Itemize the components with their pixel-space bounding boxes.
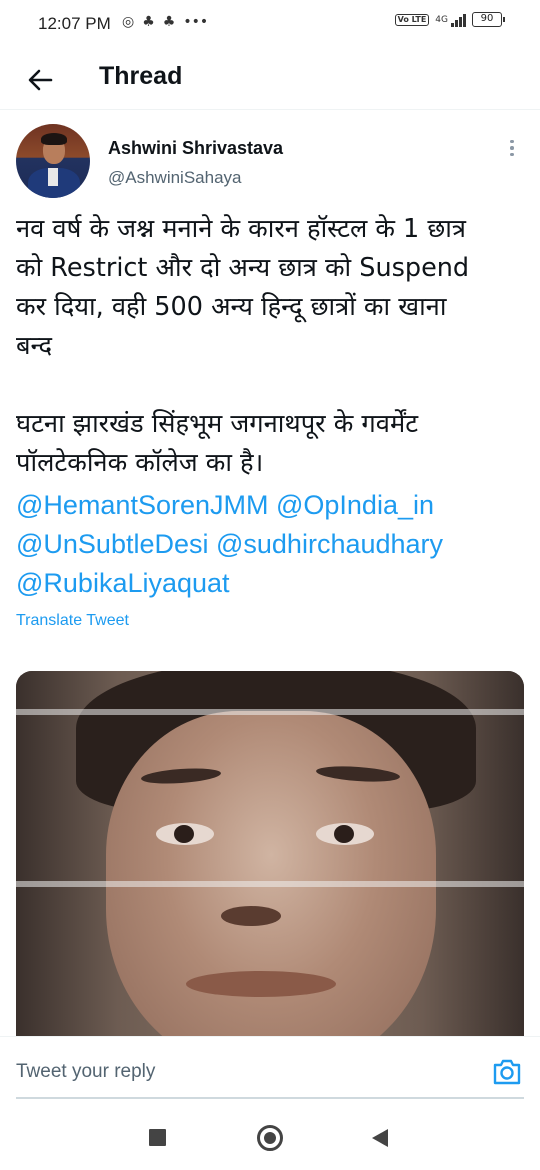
mention-links[interactable]: @HemantSorenJMM @OpIndia_in: [16, 486, 524, 525]
tweet-text-line: पॉलटेकनिक कॉलेज का है।: [16, 448, 264, 478]
camera-icon: [493, 1059, 521, 1085]
tweet-text-line: कर दिया, वही 500 अन्य हिन्दू छात्रों का …: [16, 292, 447, 322]
reply-bar: Tweet your reply: [0, 1036, 540, 1106]
system-nav-bar: [0, 1106, 540, 1170]
tweet-text: नव वर्ष के जश्न मनाने के कारन हॉस्टल के …: [16, 210, 524, 483]
author-name[interactable]: Ashwini Shrivastava: [108, 138, 283, 159]
more-notifications-icon: •••: [183, 14, 209, 30]
mention-links[interactable]: @UnSubtleDesi @sudhirchaudhary: [16, 525, 524, 564]
back-triangle-icon[interactable]: [372, 1129, 388, 1147]
more-options-button[interactable]: [500, 136, 524, 160]
recents-icon[interactable]: [149, 1129, 166, 1146]
signal-icon: [451, 13, 466, 27]
network-type: 4G: [435, 14, 448, 25]
dot-icon: [510, 146, 514, 150]
camera-button[interactable]: [490, 1055, 524, 1089]
app-notification-icon: ♣: [162, 14, 176, 30]
back-button[interactable]: [20, 60, 60, 100]
reply-input[interactable]: Tweet your reply: [16, 1061, 155, 1083]
status-time: 12:07 PM: [38, 14, 111, 33]
tweet-text-line: को Restrict और दो अन्य छात्र को Suspend: [16, 253, 470, 283]
translate-tweet-link[interactable]: Translate Tweet: [16, 612, 129, 630]
tweet-text-line: नव वर्ष के जश्न मनाने के कारन हॉस्टल के …: [16, 214, 466, 244]
page-title: Thread: [99, 62, 183, 90]
app-notification-icon: ♣: [142, 14, 155, 30]
tweet-mentions: @HemantSorenJMM @OpIndia_in @UnSubtleDes…: [16, 486, 524, 603]
mention-links[interactable]: @RubikaLiyaquat: [16, 564, 524, 603]
avatar[interactable]: [16, 124, 90, 198]
arrow-left-icon: [28, 69, 53, 91]
battery-icon: 90: [472, 12, 505, 27]
system-icons: Vo LTE 4G 90: [394, 12, 505, 27]
app-header: Thread: [0, 48, 540, 110]
dot-icon: [510, 152, 514, 157]
status-bar: 12:07 PM ◎ ♣ ♣ ••• Vo LTE 4G 90: [0, 0, 540, 48]
dot-icon: [510, 139, 514, 144]
tweet-text-line: बन्द: [16, 331, 52, 361]
notification-icons: ◎ ♣ ♣ •••: [122, 13, 208, 31]
reply-underline: [16, 1097, 524, 1099]
tweet-photo[interactable]: [16, 671, 524, 1041]
home-icon[interactable]: [257, 1125, 283, 1151]
author-handle[interactable]: @AshwiniSahaya: [108, 168, 242, 188]
tweet-text-line: घटना झारखंड सिंहभूम जगनाथपूर के गवर्मेंट: [16, 409, 419, 439]
volte-icon: Vo LTE: [394, 13, 430, 26]
whatsapp-icon: ◎: [122, 14, 135, 30]
